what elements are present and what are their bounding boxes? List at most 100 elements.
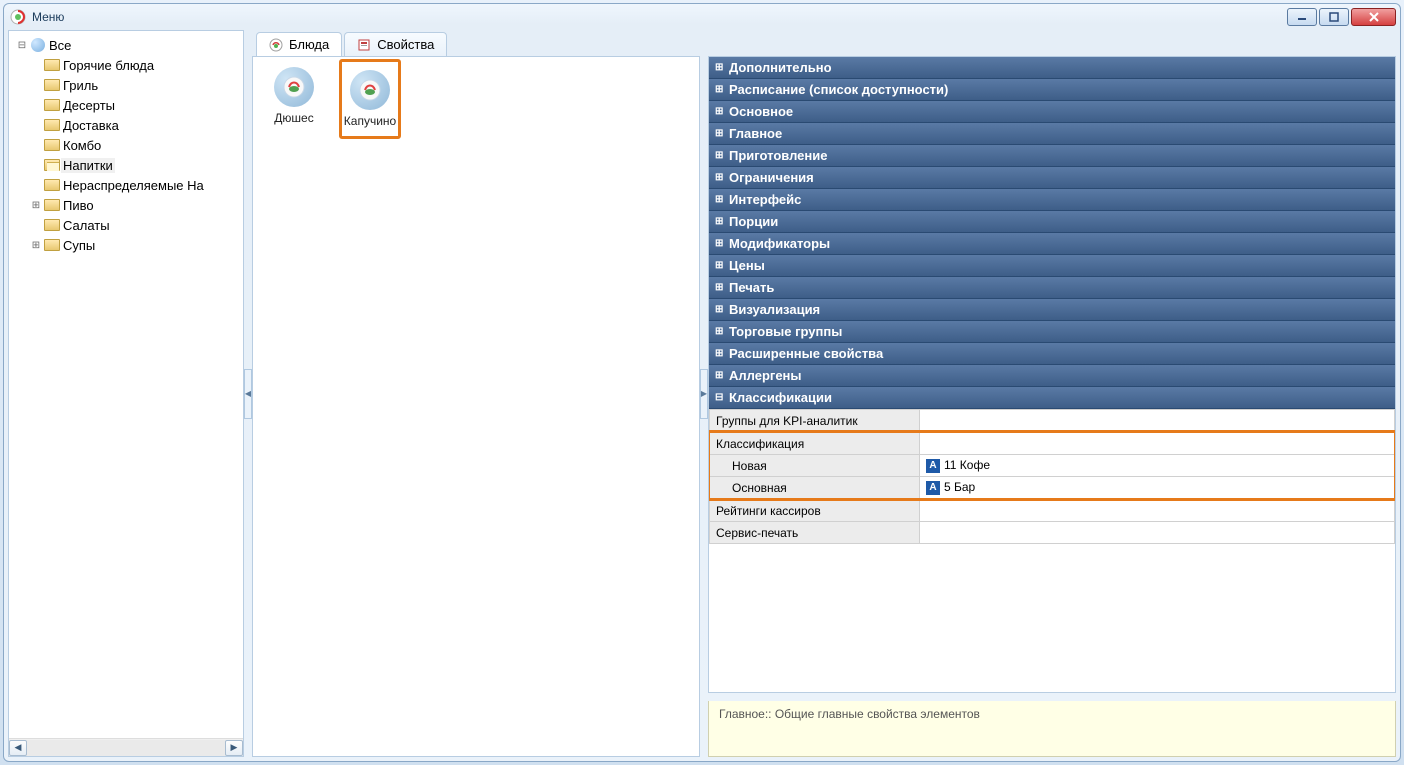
maximize-button[interactable]	[1319, 8, 1349, 26]
minimize-button[interactable]	[1287, 8, 1317, 26]
tree-item[interactable]: Нераспределяемые На	[11, 175, 241, 195]
dishes-column: Блюда Свойства Дюшес	[252, 30, 700, 757]
close-button[interactable]	[1351, 8, 1396, 26]
scroll-left-icon[interactable]: ◀	[9, 740, 27, 756]
tree-item[interactable]: Десерты	[11, 95, 241, 115]
a-badge-icon: A	[926, 459, 940, 473]
collapse-icon[interactable]: ⊟	[15, 40, 29, 51]
dish-item-selected[interactable]: Капучино	[339, 59, 401, 139]
expand-icon[interactable]: ⊞	[715, 326, 729, 337]
prop-row-rating[interactable]: Рейтинги кассиров	[710, 500, 1395, 522]
prop-group-header[interactable]: ⊞Расширенные свойства	[709, 343, 1395, 365]
properties-column: ⊞Дополнительно ⊞Расписание (список досту…	[708, 30, 1396, 757]
dish-label: Капучино	[344, 114, 396, 128]
expand-icon[interactable]: ⊞	[715, 128, 729, 139]
expand-icon[interactable]: ⊞	[715, 194, 729, 205]
tree-root[interactable]: ⊟ Все	[11, 35, 241, 55]
folder-icon	[43, 77, 61, 93]
tree-item[interactable]: Доставка	[11, 115, 241, 135]
prop-group-header[interactable]: ⊞Модификаторы	[709, 233, 1395, 255]
scroll-track[interactable]	[27, 740, 225, 756]
prop-row-novaya[interactable]: Новая A11 Кофе	[710, 455, 1395, 477]
prop-group-header[interactable]: ⊞Дополнительно	[709, 57, 1395, 79]
folder-icon	[43, 177, 61, 193]
tree-scrollbar[interactable]: ◀ ▶	[9, 738, 243, 756]
expand-icon[interactable]: ⊞	[715, 282, 729, 293]
prop-row-kpi[interactable]: Группы для KPI-аналитик	[710, 410, 1395, 432]
expand-icon[interactable]: ⊞	[715, 216, 729, 227]
classification-highlight: Классификация Новая A11 Кофе Основная A5…	[709, 432, 1395, 499]
dish-item[interactable]: Дюшес	[263, 67, 325, 125]
prop-group-header[interactable]: ⊞Интерфейс	[709, 189, 1395, 211]
expand-icon[interactable]: ⊞	[715, 62, 729, 73]
prop-group-header[interactable]: ⊞Печать	[709, 277, 1395, 299]
prop-group-header[interactable]: ⊞Приготовление	[709, 145, 1395, 167]
prop-group-header[interactable]: ⊞Порции	[709, 211, 1395, 233]
tab-properties[interactable]: Свойства	[344, 32, 447, 56]
expand-icon[interactable]: ⊞	[715, 348, 729, 359]
prop-value[interactable]	[920, 410, 1395, 432]
tree-item[interactable]: Салаты	[11, 215, 241, 235]
dish-icon	[274, 67, 314, 107]
folder-open-icon	[43, 157, 61, 173]
folder-icon	[43, 197, 61, 213]
expand-icon[interactable]: ⊞	[715, 150, 729, 161]
props-tab-icon	[357, 38, 371, 52]
prop-value[interactable]: A11 Кофе	[920, 455, 1395, 477]
window-title: Меню	[32, 10, 1287, 24]
prop-group-header[interactable]: ⊞Главное	[709, 123, 1395, 145]
tree-item[interactable]: Комбо	[11, 135, 241, 155]
prop-value[interactable]	[920, 522, 1395, 544]
splitter-left[interactable]: ◀	[244, 30, 252, 757]
prop-name: Основная	[710, 477, 920, 499]
splitter-bottom[interactable]	[708, 693, 1396, 701]
prop-row-osnovnaya[interactable]: Основная A5 Бар	[710, 477, 1395, 499]
splitter-handle-icon[interactable]: ◀	[244, 369, 252, 419]
splitter-right[interactable]: ▶	[700, 30, 708, 757]
expand-icon[interactable]: ⊞	[715, 304, 729, 315]
prop-group-header[interactable]: ⊞Визуализация	[709, 299, 1395, 321]
expand-icon[interactable]: ⊞	[715, 84, 729, 95]
menu-tree-pane: ⊟ Все Горячие блюда Гриль Десерты Достав…	[8, 30, 244, 757]
prop-value[interactable]: A5 Бар	[920, 477, 1395, 499]
expand-icon[interactable]: ⊞	[29, 240, 43, 251]
dishes-pane: Дюшес Капучино	[252, 56, 700, 757]
tree-item[interactable]: Гриль	[11, 75, 241, 95]
prop-row-classification[interactable]: Классификация	[710, 433, 1395, 455]
tab-dishes[interactable]: Блюда	[256, 32, 342, 56]
tree-item-selected[interactable]: Напитки	[11, 155, 241, 175]
prop-row-service[interactable]: Сервис-печать	[710, 522, 1395, 544]
collapse-icon[interactable]: ⊟	[715, 392, 729, 403]
scroll-right-icon[interactable]: ▶	[225, 740, 243, 756]
tree-item[interactable]: ⊞Супы	[11, 235, 241, 255]
prop-group-header[interactable]: ⊞Цены	[709, 255, 1395, 277]
expand-icon[interactable]: ⊞	[715, 106, 729, 117]
folder-icon	[43, 97, 61, 113]
dish-icon	[350, 70, 390, 110]
prop-name: Новая	[710, 455, 920, 477]
expand-icon[interactable]: ⊞	[715, 370, 729, 381]
prop-group-header[interactable]: ⊞Аллергены	[709, 365, 1395, 387]
globe-icon	[29, 37, 47, 53]
app-window: Меню ⊟ Все Горячие блюда Гриль Десерты Д…	[3, 3, 1401, 762]
prop-value[interactable]	[920, 433, 1395, 455]
tree-item[interactable]: ⊞Пиво	[11, 195, 241, 215]
prop-group-header[interactable]: ⊞Основное	[709, 101, 1395, 123]
tree-item[interactable]: Горячие блюда	[11, 55, 241, 75]
expand-icon[interactable]: ⊞	[715, 172, 729, 183]
title-bar: Меню	[4, 4, 1400, 30]
properties-pane[interactable]: ⊞Дополнительно ⊞Расписание (список досту…	[708, 56, 1396, 693]
prop-group-header[interactable]: ⊞Ограничения	[709, 167, 1395, 189]
prop-group-classifications[interactable]: ⊟Классификации	[709, 387, 1395, 409]
prop-value[interactable]	[920, 500, 1395, 522]
expand-icon[interactable]: ⊞	[715, 238, 729, 249]
prop-name: Рейтинги кассиров	[710, 500, 920, 522]
expand-icon[interactable]: ⊞	[29, 200, 43, 211]
menu-tree[interactable]: ⊟ Все Горячие блюда Гриль Десерты Достав…	[9, 31, 243, 738]
dish-label: Дюшес	[274, 111, 313, 125]
prop-group-header[interactable]: ⊞Торговые группы	[709, 321, 1395, 343]
prop-group-header[interactable]: ⊞Расписание (список доступности)	[709, 79, 1395, 101]
expand-icon[interactable]: ⊞	[715, 260, 729, 271]
a-badge-icon: A	[926, 481, 940, 495]
splitter-handle-icon[interactable]: ▶	[700, 369, 708, 419]
